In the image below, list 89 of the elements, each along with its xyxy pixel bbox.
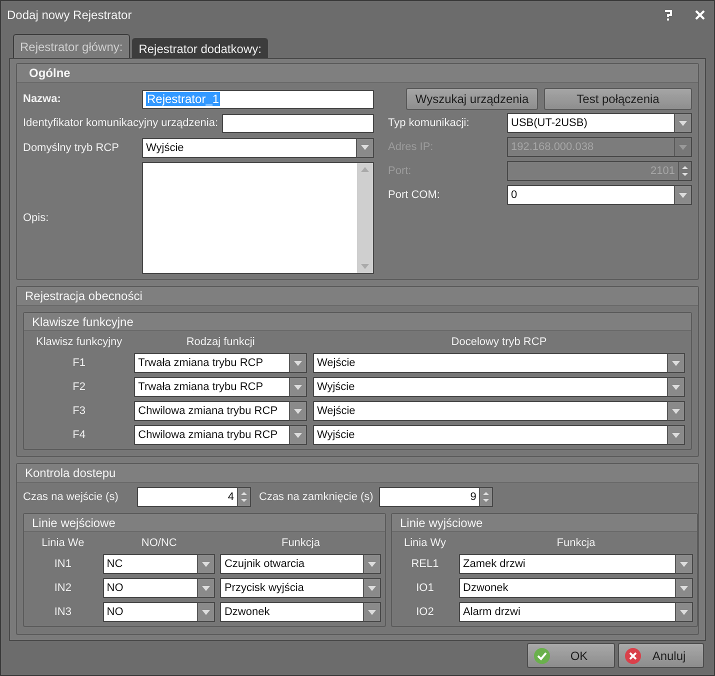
spin-arrows-icon	[483, 491, 490, 503]
field-label: Identyfikator komunikacyjny urządzenia:	[23, 117, 218, 129]
column-header: Rodzaj funkcji	[185, 336, 256, 348]
line-label: IO1	[415, 582, 435, 594]
field-label: Domyślny tryb RCP	[23, 142, 119, 154]
caret-icon	[672, 384, 680, 390]
column-header: Linia Wy	[402, 537, 448, 549]
caret-icon	[672, 408, 680, 414]
dropdown[interactable]: Trwała zmiana trybu RCP	[134, 353, 307, 373]
dropdown[interactable]: NO	[102, 602, 216, 622]
column-header: Linia We	[40, 537, 86, 549]
field-label: Opis:	[23, 212, 49, 224]
dropdown[interactable]: Wyjście	[142, 138, 374, 158]
cancel-button[interactable]: Anuluj	[618, 643, 704, 668]
dropdown[interactable]: USB(UT-2USB)	[507, 113, 692, 133]
field-label: Nazwa:	[23, 93, 61, 105]
check-icon	[534, 648, 550, 664]
section-title: Kontrola dostepu	[25, 466, 116, 480]
caret-icon	[680, 610, 688, 614]
dropdown[interactable]: Wejście	[312, 401, 685, 421]
dropdown[interactable]: Zamek drzwi	[459, 554, 693, 574]
dropdown[interactable]: Chwilowa zmiana trybu RCP	[134, 425, 307, 445]
column-header: Funkcja	[556, 537, 596, 549]
caret-icon	[679, 144, 687, 150]
spin-field[interactable]: 4	[137, 487, 251, 507]
close-icon[interactable]	[694, 9, 706, 21]
caret-icon	[679, 120, 687, 126]
close-icon	[625, 648, 641, 664]
line-label: IN3	[53, 606, 72, 618]
input-field[interactable]	[222, 114, 374, 132]
dropdown[interactable]: 0	[507, 185, 692, 205]
dropdown[interactable]: Chwilowa zmiana trybu RCP	[134, 401, 307, 421]
caret-icon	[294, 384, 302, 390]
field-label: Czas na zamknięcie (s)	[259, 491, 374, 503]
column-header: Docelowy tryb RCP	[450, 336, 548, 348]
key-label: F1	[72, 357, 86, 369]
column-header: NO/NC	[140, 537, 178, 549]
dropdown[interactable]: NO	[102, 578, 216, 598]
caret-icon	[202, 562, 210, 566]
caret-icon	[679, 192, 687, 198]
key-label: F2	[72, 381, 86, 393]
spin-arrows-icon	[682, 165, 688, 177]
ok-button[interactable]: OK	[527, 643, 615, 668]
dropdown[interactable]: Dzwonek	[459, 578, 693, 598]
column-header: Funkcja	[280, 537, 321, 549]
dropdown[interactable]: Alarm drzwi	[459, 602, 693, 622]
help-icon[interactable]	[662, 9, 674, 21]
line-label: IN2	[53, 582, 72, 594]
key-label: F3	[72, 405, 86, 417]
caret-icon	[361, 145, 369, 150]
column-header: Klawisz funkcyjny	[34, 336, 124, 348]
dropdown[interactable]: Wyjście	[312, 425, 685, 445]
dropdown[interactable]: NC	[102, 554, 216, 574]
caret-icon	[294, 408, 302, 414]
section-title: Klawisze funkcyjne	[32, 314, 134, 328]
spin-arrows-icon	[241, 491, 247, 503]
caret-icon	[672, 360, 680, 366]
key-label: F4	[72, 429, 86, 441]
dropdown[interactable]: Wejście	[312, 353, 685, 373]
caret-icon	[368, 586, 376, 590]
caret-icon	[202, 610, 210, 614]
section-title: Rejestracja obecności	[25, 289, 142, 303]
section-title: Linie wejściowe	[32, 516, 116, 530]
section-title: Linie wyjściowe	[400, 516, 483, 530]
dropdown[interactable]: Przycisk wyjścia	[220, 578, 381, 598]
line-label: REL1	[410, 558, 440, 570]
caret-icon	[368, 562, 376, 566]
dropdown[interactable]: Trwała zmiana trybu RCP	[134, 377, 307, 397]
caret-icon	[680, 586, 688, 590]
line-label: IO2	[415, 606, 435, 618]
caret-icon	[368, 610, 376, 614]
section-title: Ogólne	[29, 66, 70, 80]
field-label: Czas na wejście (s)	[23, 491, 120, 503]
caret-icon	[294, 432, 302, 438]
caret-icon	[672, 432, 680, 438]
field-label: Typ komunikacji:	[388, 117, 470, 129]
caret-icon	[680, 562, 688, 566]
caret-icon	[202, 586, 210, 590]
dropdown[interactable]: Wyjście	[312, 377, 685, 397]
window-title: Dodaj nowy Rejestrator	[7, 8, 133, 22]
dropdown[interactable]: Czujnik otwarcia	[220, 554, 381, 574]
spin-field[interactable]: 9	[379, 487, 494, 507]
dropdown[interactable]: Dzwonek	[220, 602, 381, 622]
line-label: IN1	[53, 558, 72, 570]
caret-icon	[294, 360, 302, 366]
field-label: Port COM:	[388, 189, 440, 201]
action-button[interactable]: Wyszukaj urządzenia	[406, 88, 538, 110]
action-button[interactable]: Test połączenia	[544, 88, 692, 110]
tab[interactable]: Rejestrator dodatkowy:	[132, 38, 268, 58]
